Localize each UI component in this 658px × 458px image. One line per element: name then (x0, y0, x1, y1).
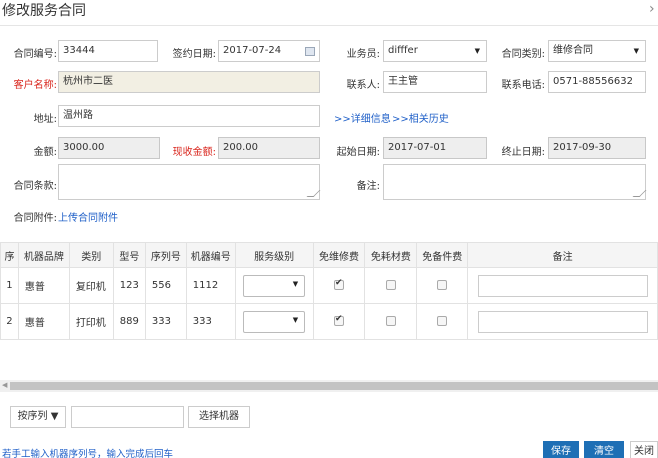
contract-type-select[interactable]: 维修合同 (548, 40, 646, 62)
received-label: 现收金额: (172, 147, 216, 158)
free-consumable-checkbox[interactable] (385, 280, 396, 290)
col-header-machine-no: 机器编号 (185, 242, 236, 268)
cell-serial: 333 (144, 303, 187, 340)
dialog-title: 修改服务合同 (2, 3, 86, 19)
cell-brand: 惠普 (17, 267, 70, 304)
salesman-label: 业务员: (346, 49, 380, 60)
col-header-service-level: 服务级别 (234, 242, 314, 268)
cell-model: 123 (112, 267, 146, 304)
cell-remark (467, 303, 658, 340)
cell-free-repair (312, 303, 366, 340)
free-parts-checkbox[interactable] (437, 316, 448, 326)
select-machine-button[interactable]: 选择机器 (188, 406, 250, 428)
customer-name-input[interactable]: 杭州市二医 (58, 71, 320, 93)
terms-textarea[interactable] (58, 164, 320, 200)
history-link[interactable]: >>相关历史 (392, 110, 449, 125)
free-parts-checkbox[interactable] (437, 280, 448, 290)
address-label: 地址: (33, 114, 57, 125)
cell-free-parts (416, 267, 469, 304)
remark-input[interactable] (477, 274, 648, 297)
received-input[interactable]: 200.00 (218, 137, 320, 159)
calendar-icon[interactable] (305, 47, 315, 56)
cell-brand: 惠普 (17, 303, 70, 340)
contact-label: 联系人: (346, 80, 380, 91)
cell-no: 2 (0, 303, 19, 340)
clear-button[interactable]: 清空 (584, 441, 624, 458)
scrollbar-thumb[interactable] (10, 382, 658, 390)
address-input[interactable]: 温州路 (58, 105, 320, 127)
col-header-serial: 序列号 (144, 242, 187, 268)
service-level-select[interactable] (243, 310, 306, 333)
sign-date-value: 2017-07-24 (223, 45, 282, 56)
col-header-free-repair: 免维修费 (312, 242, 366, 268)
customer-name-label: 客户名称: (13, 80, 57, 91)
col-header-remark: 备注 (467, 242, 658, 268)
cell-remark (467, 267, 658, 304)
remarks-textarea[interactable] (383, 164, 646, 200)
manual-serial-hint: 若手工输入机器序列号，输入完成后回车 (2, 449, 174, 458)
machine-table: 序 机器品牌 类别 型号 序列号 机器编号 服务级别 免维修费 免耗材费 免备件… (0, 242, 658, 340)
amount-input[interactable]: 3000.00 (58, 137, 160, 159)
sign-date-label: 签约日期: (172, 49, 216, 60)
close-button[interactable]: 关闭 (630, 441, 658, 458)
contract-no-input[interactable]: 33444 (58, 40, 158, 62)
col-header-no: 序 (0, 242, 19, 268)
cell-category: 打印机 (68, 303, 114, 340)
salesman-select[interactable]: difffer (383, 40, 487, 62)
title-divider (0, 25, 658, 26)
cell-machine-no: 1112 (185, 267, 236, 304)
contract-type-label: 合同类别: (501, 49, 545, 60)
upload-attachment-link[interactable]: 上传合同附件 (58, 209, 118, 224)
cell-service-level (234, 303, 314, 340)
serial-input[interactable] (71, 406, 184, 428)
cell-category: 复印机 (68, 267, 114, 304)
col-header-free-consumable: 免耗材费 (364, 242, 418, 268)
sign-date-input[interactable]: 2017-07-24 (218, 40, 320, 62)
save-button[interactable]: 保存 (543, 441, 579, 458)
phone-label: 联系电话: (501, 80, 545, 91)
contract-no-label: 合同编号: (13, 49, 57, 60)
col-header-brand: 机器品牌 (17, 242, 70, 268)
cell-model: 889 (112, 303, 146, 340)
free-repair-checkbox[interactable] (333, 314, 344, 326)
remark-input[interactable] (477, 310, 648, 333)
terms-label: 合同条款: (13, 181, 57, 192)
amount-label: 金额: (33, 147, 57, 158)
cell-serial: 556 (144, 267, 187, 304)
close-icon[interactable]: › (649, 1, 655, 17)
cell-service-level (234, 267, 314, 304)
col-header-free-parts: 免备件费 (416, 242, 469, 268)
cell-machine-no: 333 (185, 303, 236, 340)
phone-input[interactable]: 0571-88556632 (548, 71, 646, 93)
end-date-input[interactable]: 2017-09-30 (548, 137, 646, 159)
contact-input[interactable]: 王主管 (383, 71, 487, 93)
free-consumable-checkbox[interactable] (385, 316, 396, 326)
end-date-label: 终止日期: (501, 147, 545, 158)
table-row: 2 惠普 打印机 889 333 333 (0, 303, 658, 340)
table-row: 1 惠普 复印机 123 556 1112 (0, 267, 658, 304)
cell-free-consumable (364, 267, 418, 304)
cell-free-parts (416, 303, 469, 340)
col-header-category: 类别 (68, 242, 114, 268)
service-level-select[interactable] (243, 274, 306, 297)
sort-by-select[interactable]: 按序列 ▼ (10, 406, 66, 428)
remarks-label: 备注: (356, 181, 380, 192)
cell-free-repair (312, 267, 366, 304)
start-date-label: 起始日期: (336, 147, 380, 158)
detail-info-link[interactable]: >>详细信息 (334, 110, 391, 125)
cell-no: 1 (0, 267, 19, 304)
free-repair-checkbox[interactable] (333, 278, 344, 290)
scroll-left-icon[interactable]: ◀ (2, 381, 7, 389)
col-header-model: 型号 (112, 242, 146, 268)
attachment-label: 合同附件: (13, 213, 57, 224)
cell-free-consumable (364, 303, 418, 340)
start-date-input[interactable]: 2017-07-01 (383, 137, 487, 159)
